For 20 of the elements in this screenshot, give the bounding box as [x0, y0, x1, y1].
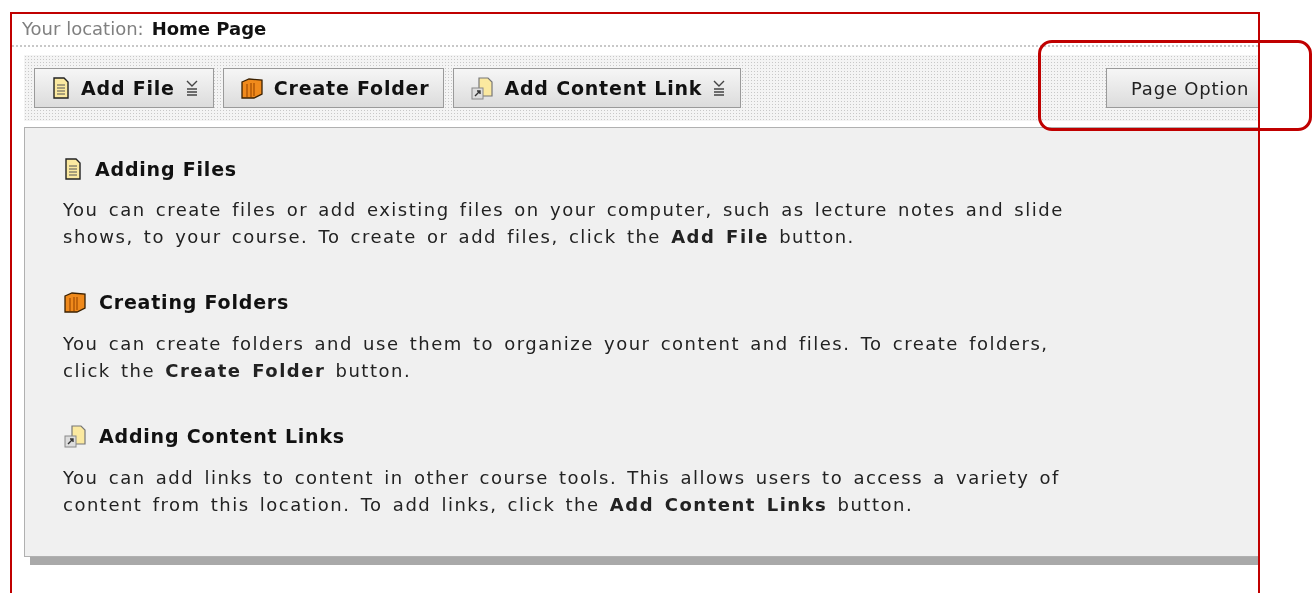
- toolbar-button[interactable]: Add File: [34, 68, 214, 108]
- dropdown-icon: [712, 80, 727, 96]
- section-title: Adding Content Links: [99, 425, 345, 447]
- dropdown-icon: [184, 80, 199, 96]
- section-title: Creating Folders: [99, 291, 290, 313]
- folder-icon: [239, 76, 264, 100]
- shortcut-document-icon: [63, 424, 87, 448]
- toolbar-button[interactable]: Add Content Link: [453, 68, 742, 108]
- section-text: You can create folders and use them to organize your content and files. To create folders, click the Create Folder button.: [63, 332, 1050, 383]
- document-icon: [51, 77, 71, 99]
- location-label: Your location:: [22, 18, 144, 39]
- document-icon: [63, 158, 83, 180]
- section-text: You can create files or add existing files on your computer, such as lecture notes and slide shows, to your course. To create or add files, click the Add File button.: [63, 198, 1065, 249]
- page-options-button[interactable]: Page Option: [1106, 68, 1258, 108]
- section-title: Adding Files: [95, 158, 237, 180]
- folder-icon: [63, 290, 87, 314]
- toolbar-button[interactable]: Create Folder: [222, 68, 445, 108]
- location-page: Home Page: [151, 18, 267, 39]
- section-text: You can add links to content in other course tools. This allows users to access a variety of content from this location. To add links, click the Add Content Links button.: [63, 466, 1061, 517]
- shortcut-document-icon: [470, 76, 495, 100]
